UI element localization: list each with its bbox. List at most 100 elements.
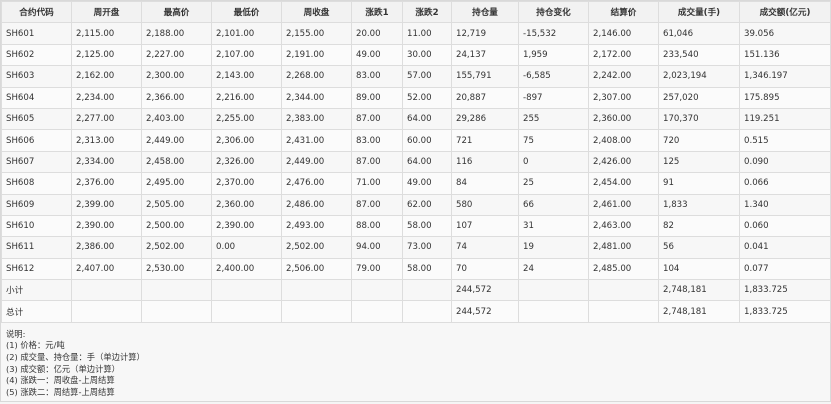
note-line: (3) 成交额：亿元（单边计算）: [6, 363, 120, 374]
table-cell: 2,748,181: [658, 279, 740, 302]
note-line: (4) 涨跌一：周收盘-上周结算: [6, 375, 115, 386]
column-header: 成交额(亿元): [739, 0, 831, 24]
table-cell: 87.00: [351, 150, 403, 174]
table-cell: 62.00: [402, 193, 452, 216]
table-cell: 2,426.00: [588, 150, 659, 174]
table-cell: 2,334.00: [71, 150, 142, 174]
table-cell: 1,959: [518, 43, 589, 67]
table-cell: 2,300.00: [141, 65, 212, 88]
table-row: SH603 2,162.00 2,300.00 2,143.00 2,268.00 83.…: [1, 65, 831, 88]
table-cell: 19: [518, 236, 589, 259]
table-cell: 2,360.00: [211, 193, 282, 216]
table-cell: 104: [658, 257, 740, 281]
table-cell: 119.251: [739, 107, 831, 131]
table-cell: 1,833.725: [739, 300, 831, 323]
table-cell: 1,346.197: [739, 65, 831, 88]
table-cell: 1.340: [739, 193, 831, 216]
table-cell: 257,020: [658, 86, 740, 109]
table-cell: -6,585: [518, 65, 589, 88]
table-cell: 2,242.00: [588, 65, 659, 88]
table-cell: 2,407.00: [71, 257, 142, 281]
table-cell: 107: [451, 214, 519, 238]
table-cell: 2,191.00: [281, 43, 352, 67]
table-cell: [71, 279, 142, 302]
summary-row: 小计 244,572 2,748,181 1,833.725: [1, 279, 831, 302]
table-cell: 61,046: [658, 22, 740, 45]
table-row: SH605 2,277.00 2,403.00 2,255.00 2,383.00 87.…: [1, 107, 831, 131]
table-cell: SH603: [1, 65, 72, 88]
column-header: 持仓变化: [518, 0, 589, 24]
table-cell: 2,162.00: [71, 65, 142, 88]
table-cell: 0.060: [739, 214, 831, 238]
table-cell: 82: [658, 214, 740, 238]
column-header: 持仓量: [451, 0, 519, 24]
table-cell: [588, 279, 659, 302]
column-header: 周收盘: [281, 0, 352, 24]
table-cell: 20.00: [351, 22, 403, 45]
table-cell: 2,486.00: [281, 193, 352, 216]
table-cell: 2,234.00: [71, 86, 142, 109]
table-cell: 2,463.00: [588, 214, 659, 238]
note-line: (1) 价格：元/吨: [6, 340, 65, 351]
table-cell: [141, 279, 212, 302]
table-cell: 0.090: [739, 150, 831, 174]
table-cell: 52.00: [402, 86, 452, 109]
table-row: SH608 2,376.00 2,495.00 2,370.00 2,476.00 71.…: [1, 172, 831, 195]
table-cell: 58.00: [402, 257, 452, 281]
table-cell: 2,216.00: [211, 86, 282, 109]
table-cell: 2,370.00: [211, 172, 282, 195]
table-cell: 24: [518, 257, 589, 281]
table-cell: SH604: [1, 86, 72, 109]
table-cell: [211, 300, 282, 323]
table-cell: SH612: [1, 257, 72, 281]
table-cell: SH602: [1, 43, 72, 67]
table-cell: 49.00: [351, 43, 403, 67]
table-cell: 0.00: [211, 236, 282, 259]
table-cell: SH605: [1, 107, 72, 131]
table-cell: 2,101.00: [211, 22, 282, 45]
table-cell: -15,532: [518, 22, 589, 45]
table-cell: 2,360.00: [588, 107, 659, 131]
table-cell: 2,155.00: [281, 22, 352, 45]
column-header: 涨跌1: [351, 0, 403, 24]
column-header: 合约代码: [1, 0, 72, 24]
table-cell: -897: [518, 86, 589, 109]
table-cell: 71.00: [351, 172, 403, 195]
table-cell: 2,313.00: [71, 129, 142, 152]
table-body: SH601 2,115.00 2,188.00 2,101.00 2,155.00 20.…: [1, 22, 831, 323]
table-cell: 233,540: [658, 43, 740, 67]
table-row: SH609 2,399.00 2,505.00 2,360.00 2,486.00 87.…: [1, 193, 831, 216]
table-cell: 244,572: [451, 279, 519, 302]
table-row: SH607 2,334.00 2,458.00 2,326.00 2,449.00 87.…: [1, 150, 831, 174]
table-cell: 小计: [1, 279, 72, 302]
table-cell: 0: [518, 150, 589, 174]
table-cell: 2,454.00: [588, 172, 659, 195]
table-cell: 2,386.00: [71, 236, 142, 259]
table-cell: [141, 300, 212, 323]
table-cell: 56: [658, 236, 740, 259]
table-cell: [211, 279, 282, 302]
column-header: 周开盘: [71, 0, 142, 24]
table-cell: [588, 300, 659, 323]
table-cell: 1,833: [658, 193, 740, 216]
table-cell: [518, 300, 589, 323]
table-cell: [402, 279, 452, 302]
table-row: SH604 2,234.00 2,366.00 2,216.00 2,344.00 89.…: [1, 86, 831, 109]
table-cell: 244,572: [451, 300, 519, 323]
table-cell: 83.00: [351, 129, 403, 152]
column-header: 成交量(手): [658, 0, 740, 24]
table-cell: 70: [451, 257, 519, 281]
table-cell: 255: [518, 107, 589, 131]
table-cell: 11.00: [402, 22, 452, 45]
table-cell: 2,023,194: [658, 65, 740, 88]
table-cell: SH608: [1, 172, 72, 195]
table-cell: 60.00: [402, 129, 452, 152]
table-cell: 2,748,181: [658, 300, 740, 323]
table-cell: [281, 300, 352, 323]
table-row: SH601 2,115.00 2,188.00 2,101.00 2,155.00 20.…: [1, 22, 831, 45]
table-cell: 2,431.00: [281, 129, 352, 152]
table-cell: 2,449.00: [281, 150, 352, 174]
table-cell: 2,188.00: [141, 22, 212, 45]
table-cell: 2,400.00: [211, 257, 282, 281]
table-cell: SH601: [1, 22, 72, 45]
